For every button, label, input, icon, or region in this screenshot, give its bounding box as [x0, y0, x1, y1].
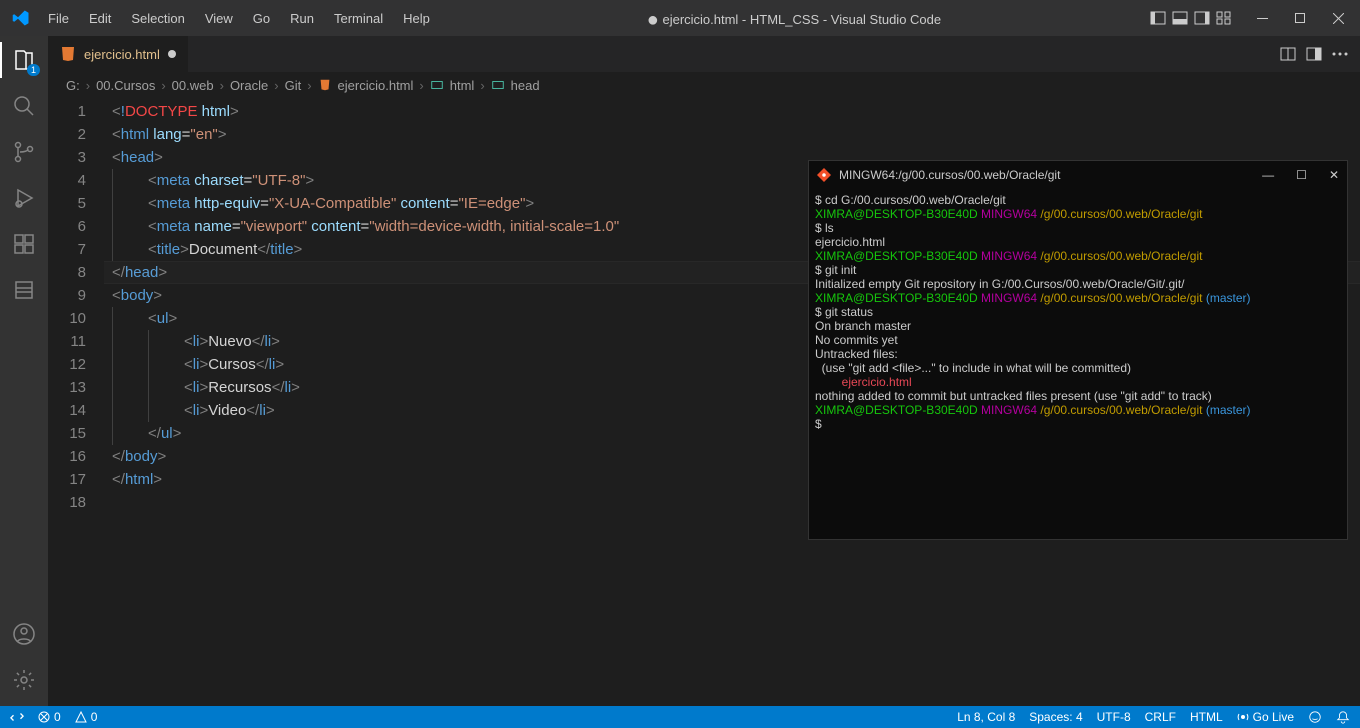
title-bar: File Edit Selection View Go Run Terminal… [0, 0, 1360, 36]
activity-explorer-icon[interactable]: 1 [10, 46, 38, 74]
terminal-window[interactable]: MINGW64:/g/00.cursos/00.web/Oracle/git —… [808, 160, 1348, 540]
layout-sidebar-left-icon[interactable] [1150, 10, 1166, 26]
activity-extra-icon[interactable] [10, 276, 38, 304]
window-maximize-icon[interactable] [1282, 0, 1318, 36]
activity-extensions-icon[interactable] [10, 230, 38, 258]
status-bar: 0 0 Ln 8, Col 8 Spaces: 4 UTF-8 CRLF HTM… [0, 706, 1360, 728]
more-actions-icon[interactable] [1332, 52, 1348, 56]
menu-go[interactable]: Go [245, 7, 278, 30]
window-title: ● ejercicio.html - HTML_CSS - Visual Stu… [438, 7, 1150, 30]
tab-filename: ejercicio.html [84, 47, 160, 62]
terminal-output: $ cd G:/00.cursos/00.web/Oracle/gitXIMRA… [809, 189, 1347, 435]
remote-indicator-icon[interactable] [10, 710, 24, 724]
activity-debug-icon[interactable] [10, 184, 38, 212]
line-gutter: 123456789101112131415161718 [48, 98, 104, 706]
split-editor-icon[interactable] [1280, 46, 1296, 62]
layout-customize-icon[interactable] [1216, 10, 1232, 26]
status-feedback-icon[interactable] [1308, 710, 1322, 724]
explorer-badge: 1 [27, 64, 40, 76]
window-close-icon[interactable] [1320, 0, 1356, 36]
status-eol[interactable]: CRLF [1145, 710, 1176, 724]
status-spaces[interactable]: Spaces: 4 [1029, 710, 1082, 724]
menu-run[interactable]: Run [282, 7, 322, 30]
terminal-maximize-icon[interactable]: ☐ [1296, 168, 1307, 182]
status-encoding[interactable]: UTF-8 [1097, 710, 1131, 724]
menu-terminal[interactable]: Terminal [326, 7, 391, 30]
menu-selection[interactable]: Selection [123, 7, 192, 30]
symbol-struct-icon [430, 78, 444, 92]
breadcrumb[interactable]: G:› 00.Cursos› 00.web› Oracle› Git› ejer… [48, 72, 1360, 98]
menu-bar: File Edit Selection View Go Run Terminal… [40, 7, 438, 30]
status-warnings[interactable]: 0 [75, 710, 98, 724]
tab-ejercicio[interactable]: ejercicio.html [48, 36, 189, 72]
status-errors[interactable]: 0 [38, 710, 61, 724]
activity-scm-icon[interactable] [10, 138, 38, 166]
menu-help[interactable]: Help [395, 7, 438, 30]
menu-file[interactable]: File [40, 7, 77, 30]
tab-bar: ejercicio.html [48, 36, 1360, 72]
status-language[interactable]: HTML [1190, 710, 1223, 724]
vscode-logo-icon [12, 9, 30, 27]
layout-sidebar-right-icon[interactable] [1194, 10, 1210, 26]
menu-edit[interactable]: Edit [81, 7, 119, 30]
activity-search-icon[interactable] [10, 92, 38, 120]
terminal-minimize-icon[interactable]: — [1262, 168, 1274, 182]
git-bash-icon [817, 168, 831, 182]
terminal-title-bar: MINGW64:/g/00.cursos/00.web/Oracle/git —… [809, 161, 1347, 189]
activity-settings-icon[interactable] [10, 666, 38, 694]
menu-view[interactable]: View [197, 7, 241, 30]
status-golive[interactable]: Go Live [1237, 710, 1294, 724]
activity-account-icon[interactable] [10, 620, 38, 648]
symbol-struct-icon [491, 78, 505, 92]
layout-panel-icon[interactable] [1172, 10, 1188, 26]
modified-dot-icon [168, 50, 176, 58]
status-cursor[interactable]: Ln 8, Col 8 [957, 710, 1015, 724]
status-bell-icon[interactable] [1336, 710, 1350, 724]
html-file-icon [60, 46, 76, 62]
toggle-layout-icon[interactable] [1306, 46, 1322, 62]
window-minimize-icon[interactable] [1244, 0, 1280, 36]
terminal-close-icon[interactable]: ✕ [1329, 168, 1339, 182]
html-file-icon [318, 78, 332, 92]
activity-bar: 1 [0, 36, 48, 706]
